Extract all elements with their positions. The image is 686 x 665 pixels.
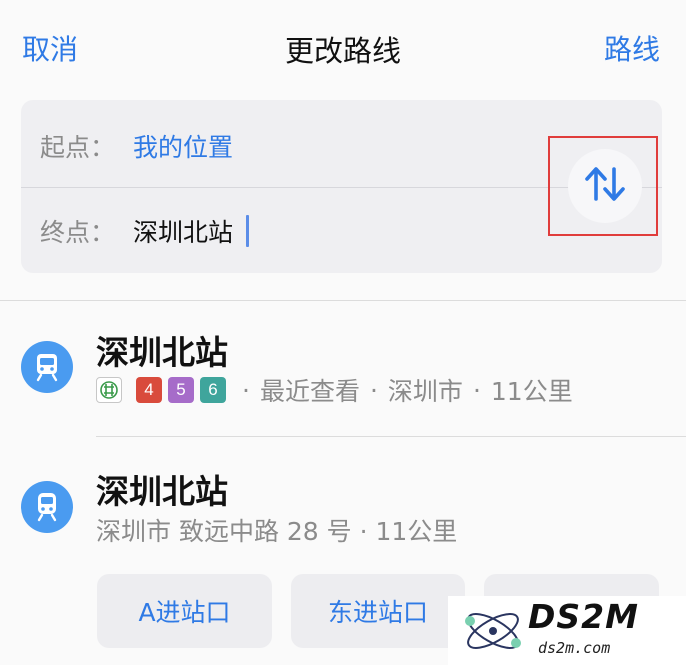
distance-label: 11公里	[490, 377, 573, 406]
train-icon	[21, 481, 73, 533]
row-divider	[96, 436, 686, 437]
page-title: 更改路线	[284, 34, 401, 68]
watermark-text: DS2M	[528, 597, 639, 636]
result-title[interactable]: 深圳北站	[96, 326, 228, 374]
from-field[interactable]: 我的位置	[133, 128, 233, 164]
metro-line-badge: 6	[200, 377, 226, 403]
highlight-annotation-box	[548, 136, 658, 236]
metro-line-badge: 5	[168, 377, 194, 403]
separator-dot: ·	[369, 375, 378, 405]
to-label: 终点：	[40, 218, 116, 247]
shenzhen-metro-logo-icon	[96, 377, 122, 403]
metro-line-badge: 4	[136, 377, 162, 403]
separator-dot: ·	[242, 375, 250, 405]
result-subtitle: 深圳市 致远中路 28 号 · 11公里	[96, 517, 458, 546]
text-cursor	[246, 215, 249, 247]
from-label: 起点：	[40, 133, 116, 162]
result-subtitle: 4 5 6 · 最近查看 · 深圳市 · 11公里	[96, 373, 573, 407]
watermark-subtext: ds2m.com	[538, 639, 611, 657]
to-field[interactable]: 深圳北站	[133, 213, 233, 249]
atom-logo-icon	[465, 613, 521, 649]
separator-dot: ·	[472, 375, 481, 405]
section-divider	[0, 300, 686, 301]
entrance-button[interactable]: A进站口	[97, 574, 272, 648]
result-title[interactable]: 深圳北站	[96, 465, 228, 513]
metro-train-icon	[21, 341, 73, 393]
route-button[interactable]: 路线	[604, 28, 660, 68]
recent-label: 最近查看	[259, 377, 360, 406]
entrance-button[interactable]: 东进站口	[291, 574, 465, 648]
city-label: 深圳市	[387, 377, 463, 406]
